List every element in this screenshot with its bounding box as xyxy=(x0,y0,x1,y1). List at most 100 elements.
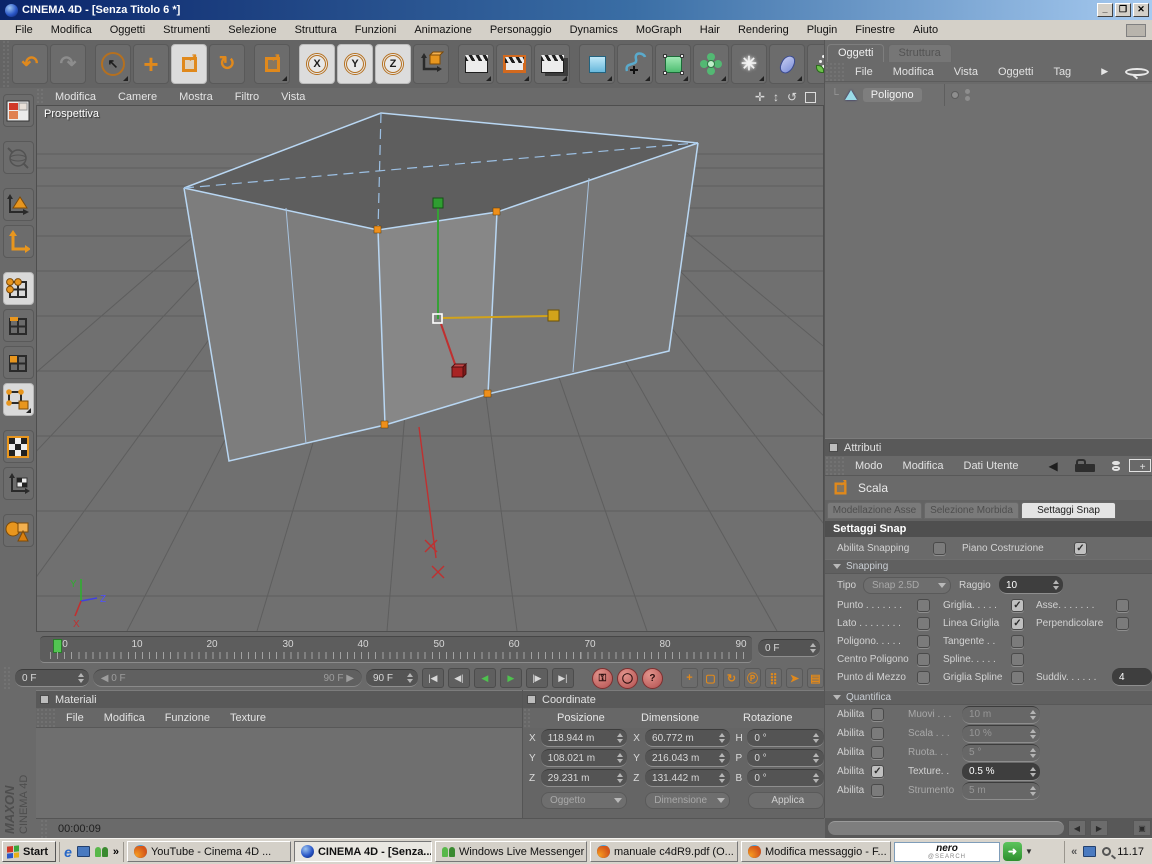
live-selection-button[interactable]: ↖ xyxy=(95,44,131,84)
vp-menu-modifica[interactable]: Modifica xyxy=(44,90,107,104)
om-grip[interactable] xyxy=(825,62,845,81)
attr-menu-modo[interactable]: Modo xyxy=(845,458,893,474)
vp-menu-mostra[interactable]: Mostra xyxy=(168,90,224,104)
abilita-snapping-checkbox[interactable] xyxy=(933,541,946,555)
pos-x-field[interactable]: 118.944 m xyxy=(540,729,628,747)
editor-visibility-dot[interactable] xyxy=(950,91,959,99)
move-tool-button[interactable]: + xyxy=(133,44,169,84)
start-frame-field[interactable]: 0 F xyxy=(15,669,89,687)
scale-tool-button[interactable] xyxy=(171,44,207,84)
menu-hair[interactable]: Hair xyxy=(691,22,729,38)
close-button[interactable]: ✕ xyxy=(1133,3,1149,17)
object-list[interactable]: └ Poligono xyxy=(825,84,1152,438)
mat-menu-texture[interactable]: Texture xyxy=(220,710,276,726)
abilita-muovi-checkbox[interactable] xyxy=(871,708,884,721)
coord-mode-dropdown[interactable]: Oggetto xyxy=(541,791,628,809)
menu-file[interactable]: File xyxy=(6,22,42,38)
mat-menu-funzione[interactable]: Funzione xyxy=(155,710,220,726)
punto-checkbox[interactable] xyxy=(917,598,930,612)
size-x-field[interactable]: 60.772 m xyxy=(645,729,730,747)
redo-button[interactable]: ↷ xyxy=(50,44,86,84)
world-coords-button[interactable] xyxy=(2,141,34,174)
taskbar-item-modifica-messaggio[interactable]: Modifica messaggio - F... xyxy=(740,841,891,862)
nero-dropdown-icon[interactable]: ▼ xyxy=(1025,847,1033,856)
om-menu-file[interactable]: File xyxy=(845,64,883,80)
menu-dynamics[interactable]: Dynamics xyxy=(561,22,627,38)
previous-frame-button[interactable]: ◀| xyxy=(447,668,470,688)
next-frame-button[interactable]: |▶ xyxy=(525,668,548,688)
menu-plugin[interactable]: Plugin xyxy=(798,22,847,38)
playhead-marker[interactable] xyxy=(53,639,62,653)
abilita-texture-checkbox[interactable]: ✓ xyxy=(871,765,884,778)
history-back-icon[interactable]: ◀ xyxy=(1039,457,1068,475)
scroll-right-button[interactable]: ▶ xyxy=(1090,820,1108,836)
menu-modifica[interactable]: Modifica xyxy=(42,22,101,38)
menu-selezione[interactable]: Selezione xyxy=(219,22,285,38)
viewport-maximize-icon[interactable] xyxy=(805,91,816,103)
vp-menu-filtro[interactable]: Filtro xyxy=(224,90,270,104)
edges-mode-button[interactable] xyxy=(2,309,34,342)
layout-button[interactable] xyxy=(2,94,34,127)
mat-menu-modifica[interactable]: Modifica xyxy=(94,710,155,726)
menu-finestre[interactable]: Finestre xyxy=(846,22,904,38)
timeline-ruler[interactable]: 0 10 20 30 40 50 60 70 80 90 0 F xyxy=(36,634,824,666)
model-mode-button[interactable] xyxy=(2,188,34,221)
abilita-strumento-checkbox[interactable] xyxy=(871,784,884,797)
status-grip[interactable] xyxy=(40,819,48,838)
tab-settaggi-snap[interactable]: Settaggi Snap xyxy=(1021,502,1116,519)
nero-go-button[interactable]: ➜ xyxy=(1002,842,1022,861)
menu-animazione[interactable]: Animazione xyxy=(405,22,480,38)
add-primitive-button[interactable] xyxy=(579,44,615,84)
menu-overflow-icon[interactable]: ▶ xyxy=(1091,64,1118,79)
layout-grid-icon[interactable] xyxy=(1126,23,1146,37)
size-mode-dropdown[interactable]: Dimensione xyxy=(645,791,730,809)
griglia-checkbox[interactable]: ✓ xyxy=(1011,598,1024,612)
viewport-pan-icon[interactable]: ✛ xyxy=(755,90,765,104)
viewport-grip[interactable] xyxy=(36,88,44,105)
keyframe-selection-toggle[interactable]: ➤ xyxy=(785,668,803,688)
viewport-rotate-icon[interactable]: ↺ xyxy=(787,90,797,104)
griglia-spline-checkbox[interactable] xyxy=(1011,670,1024,684)
toolbar-grip[interactable] xyxy=(2,40,10,88)
menu-aiuto[interactable]: Aiuto xyxy=(904,22,947,38)
points-mode-button[interactable] xyxy=(2,272,34,305)
viewport-zoom-icon[interactable]: ↕ xyxy=(773,90,779,104)
snapping-group-header[interactable]: Snapping xyxy=(825,559,1152,574)
render-picture-viewer-button[interactable] xyxy=(496,44,532,84)
record-help-button[interactable]: ? xyxy=(641,667,663,689)
add-array-button[interactable] xyxy=(693,44,729,84)
add-spline-button[interactable] xyxy=(617,44,653,84)
size-z-field[interactable]: 131.442 m xyxy=(645,769,730,787)
scroll-left-button[interactable]: ◀ xyxy=(1068,820,1086,836)
viewport-3d[interactable]: Y Z X xyxy=(36,105,824,632)
object-axis-mode-button[interactable] xyxy=(2,225,34,258)
nero-search-box[interactable]: nero @SEARCH xyxy=(893,841,1000,862)
tangente-checkbox[interactable] xyxy=(1011,634,1024,648)
render-settings-button[interactable] xyxy=(534,44,570,84)
key-position-toggle[interactable]: + xyxy=(680,668,698,688)
linea-griglia-checkbox[interactable]: ✓ xyxy=(1011,616,1024,630)
tray-search-icon[interactable] xyxy=(1102,847,1112,856)
asse-checkbox[interactable] xyxy=(1116,598,1129,612)
scala-field[interactable]: 10 % xyxy=(962,724,1040,743)
panel-corner-button[interactable]: ▣ xyxy=(1133,820,1151,836)
abilita-ruota-checkbox[interactable] xyxy=(871,746,884,759)
object-row[interactable]: └ Poligono xyxy=(825,84,1152,106)
size-y-field[interactable]: 216.043 m xyxy=(645,749,730,767)
ruota-field[interactable]: 5 ° xyxy=(962,743,1040,762)
coordinate-system-button[interactable] xyxy=(413,44,449,84)
coordinates-grip[interactable] xyxy=(523,708,531,728)
end-frame-field[interactable]: 90 F xyxy=(365,669,418,687)
apply-button[interactable]: Applica xyxy=(747,791,824,809)
suddiv-field[interactable]: 4 xyxy=(1112,668,1152,686)
attr-add-icon[interactable]: + xyxy=(1128,459,1151,473)
tray-collapse-icon[interactable]: « xyxy=(1071,846,1077,858)
record-keyframe-button[interactable]: ⚿ xyxy=(591,667,613,689)
menu-rendering[interactable]: Rendering xyxy=(729,22,798,38)
abilita-scala-checkbox[interactable] xyxy=(871,727,884,740)
current-frame-field[interactable]: 0 F xyxy=(758,639,820,657)
menu-strumenti[interactable]: Strumenti xyxy=(154,22,219,38)
om-menu-tag[interactable]: Tag xyxy=(1043,64,1081,80)
menu-funzioni[interactable]: Funzioni xyxy=(346,22,406,38)
lock-z-button[interactable]: Z xyxy=(375,44,411,84)
